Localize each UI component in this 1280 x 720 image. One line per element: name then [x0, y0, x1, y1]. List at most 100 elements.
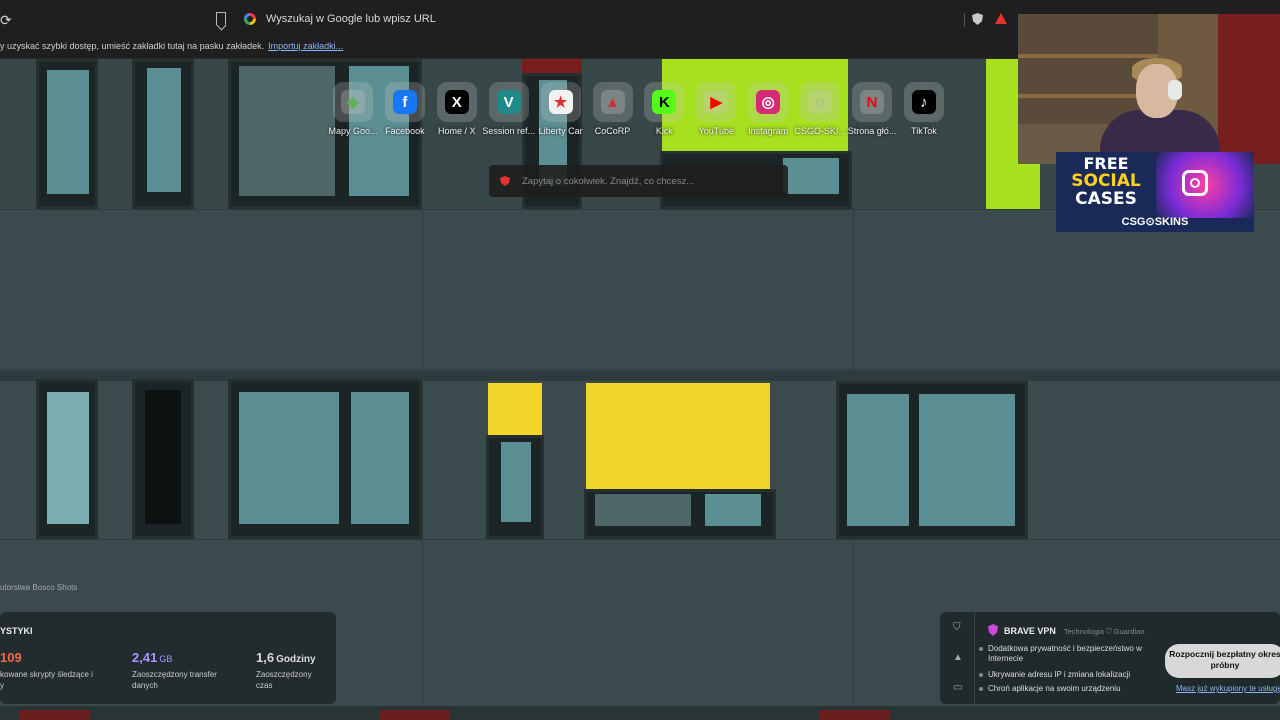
reload-icon[interactable]: ⟳ [0, 12, 12, 29]
strip-segment [820, 710, 890, 720]
stat-description: Zaoszczędzony czas [256, 670, 312, 690]
leo-search-box[interactable]: Zapytaj o cokolwiek. Znajdź, co chcesz..… [489, 165, 788, 197]
top-site-label: Strona głó... [847, 126, 897, 136]
top-site-tile[interactable]: V Session ref... [482, 82, 536, 136]
instagram-icon [1182, 170, 1208, 196]
top-site-tile[interactable]: ◆ Mapy Goo... [326, 82, 380, 136]
x-icon-glyph: X [444, 90, 469, 114]
kick-icon-glyph: K [652, 90, 677, 114]
facade-red-panel [522, 59, 582, 73]
brave-rewards-icon[interactable] [995, 13, 1007, 24]
session-icon-glyph: V [496, 90, 521, 114]
top-site-tile[interactable]: ▶ YouTube [689, 82, 743, 136]
instagram-icon: ◎ [748, 82, 789, 122]
top-site-label: TikTok [911, 126, 937, 136]
window-pane [705, 494, 761, 526]
address-bar[interactable]: Wyszukaj w Google lub wpisz URL [238, 8, 1018, 32]
top-site-tile[interactable]: ◎ Instagram [741, 82, 795, 136]
photo-credit[interactable]: utorstwa Bosco Shots [0, 583, 77, 592]
window-pane [351, 392, 409, 524]
window-pane [239, 66, 335, 196]
window-pane [145, 390, 181, 524]
vpn-device-icon[interactable]: ▭ [953, 682, 962, 693]
facade-panel-line [422, 209, 423, 709]
window-pane [595, 494, 691, 526]
window [36, 59, 98, 209]
widget-sidebar: ⛉ ▲ ▭ [940, 612, 975, 704]
facade-yellow-panel [586, 383, 770, 489]
promo-brand: CSG⊙SKINS [1121, 216, 1189, 228]
top-site-label: Instagram [748, 126, 789, 136]
shield-icon[interactable]: ⛉ [953, 622, 961, 633]
google-maps-icon: ◆ [333, 82, 373, 122]
window [132, 379, 194, 539]
youtube-icon-glyph: ▶ [704, 90, 729, 114]
address-bar-placeholder[interactable]: Wyszukaj w Google lub wpisz URL [266, 13, 436, 25]
stat-value: 2,41 [132, 650, 158, 665]
import-bookmarks-link[interactable]: Importuj zakładki... [268, 41, 343, 51]
top-site-tile[interactable]: N Strona głó... [845, 82, 899, 136]
youtube-icon: ▶ [696, 82, 737, 122]
vpn-technology: Technologia ⛉ Guardian [1063, 627, 1145, 636]
stat-description: Zaoszczędzony transfer danych [132, 670, 217, 690]
leo-search-placeholder[interactable]: Zapytaj o cokolwiek. Znajdź, co chcesz..… [522, 176, 694, 187]
bookmarks-hint-text: y uzyskać szybki dostęp, umieść zakładki… [0, 41, 265, 51]
webcam-shelf [1018, 54, 1158, 58]
tiktok-icon-glyph: ♪ [911, 90, 936, 114]
netflix-icon: N [852, 82, 892, 122]
csgo-skins-icon-glyph: ◌ [808, 90, 833, 114]
top-site-tile[interactable]: f Facebook [378, 82, 432, 136]
window-pane [239, 392, 339, 524]
vpn-tab-icon[interactable]: ▲ [953, 652, 963, 663]
window [836, 381, 1028, 539]
top-site-label: YouTube [698, 126, 734, 136]
stat-value: 109 [0, 650, 22, 665]
bookmark-icon[interactable] [216, 12, 226, 25]
vpn-feature: Ukrywanie adresu IP i zmiana lokalizacji [979, 670, 1148, 680]
start-trial-button[interactable]: Rozpocznij bezpłatny okres próbny [1165, 644, 1280, 678]
window [36, 379, 98, 539]
top-site-tile[interactable]: ◌ CSGO-SKI... [793, 82, 847, 136]
bookmarks-hint: y uzyskać szybki dostęp, umieść zakładki… [0, 41, 343, 51]
facade-panel-line [0, 539, 1280, 540]
already-purchased-link[interactable]: Masz już wykupiony te usługę [1176, 684, 1280, 693]
cocorp-icon-glyph: ▲ [600, 90, 625, 114]
brave-vpn-logo-icon [988, 624, 998, 636]
top-site-label: CoCoRP [594, 126, 631, 136]
window-pane [47, 70, 89, 194]
top-site-label: CSGO-SKI... [794, 126, 846, 136]
facade-yellow-panel [488, 383, 542, 435]
strip-segment [380, 710, 450, 720]
vpn-brand-name: BRAVE VPN [1004, 626, 1056, 636]
stat-description: kowane skrypty śledzące i y [0, 670, 93, 690]
liberty-car-icon: ★ [540, 82, 581, 122]
csgo-skins-icon: ◌ [800, 82, 841, 122]
top-site-tile[interactable]: ★ Liberty Car [534, 82, 588, 136]
google-maps-icon-glyph: ◆ [341, 90, 365, 114]
liberty-car-icon-glyph: ★ [548, 90, 573, 114]
top-site-label: Kick [655, 126, 673, 136]
stat-bandwidth: 2,41 GB Zaoszczędzony transfer danych [132, 649, 242, 691]
stat-value: 1,6 [256, 650, 275, 665]
bottom-strip [0, 706, 1280, 720]
top-site-tile[interactable]: X Home / X [430, 82, 484, 136]
vpn-feature: Dodatkowa prywatność i bezpieczeństwo w … [979, 644, 1148, 664]
top-site-label: Session ref... [482, 126, 535, 136]
window-pane [919, 394, 1015, 526]
stat-unit: Godziny [276, 654, 316, 665]
netflix-icon-glyph: N [860, 90, 884, 114]
stat-trackers: 109 kowane skrypty śledzące i y [0, 649, 110, 691]
top-site-tile[interactable]: ♪ TikTok [897, 82, 951, 136]
session-icon: V [488, 82, 529, 122]
top-site-tile[interactable]: ▲ CoCoRP [586, 82, 640, 136]
tiktok-icon: ♪ [903, 82, 944, 122]
window-pane [147, 68, 181, 192]
top-site-tile[interactable]: K Kick [637, 82, 691, 136]
stat-unit: GB [159, 654, 173, 664]
window-pane [847, 394, 909, 526]
window [132, 59, 194, 209]
top-site-label: Liberty Car [538, 126, 583, 136]
webcam-curtain [1218, 14, 1280, 164]
top-site-label: Home / X [438, 126, 476, 136]
promo-banner: FREE SOCIAL CASES CSG⊙SKINS [1056, 152, 1254, 232]
